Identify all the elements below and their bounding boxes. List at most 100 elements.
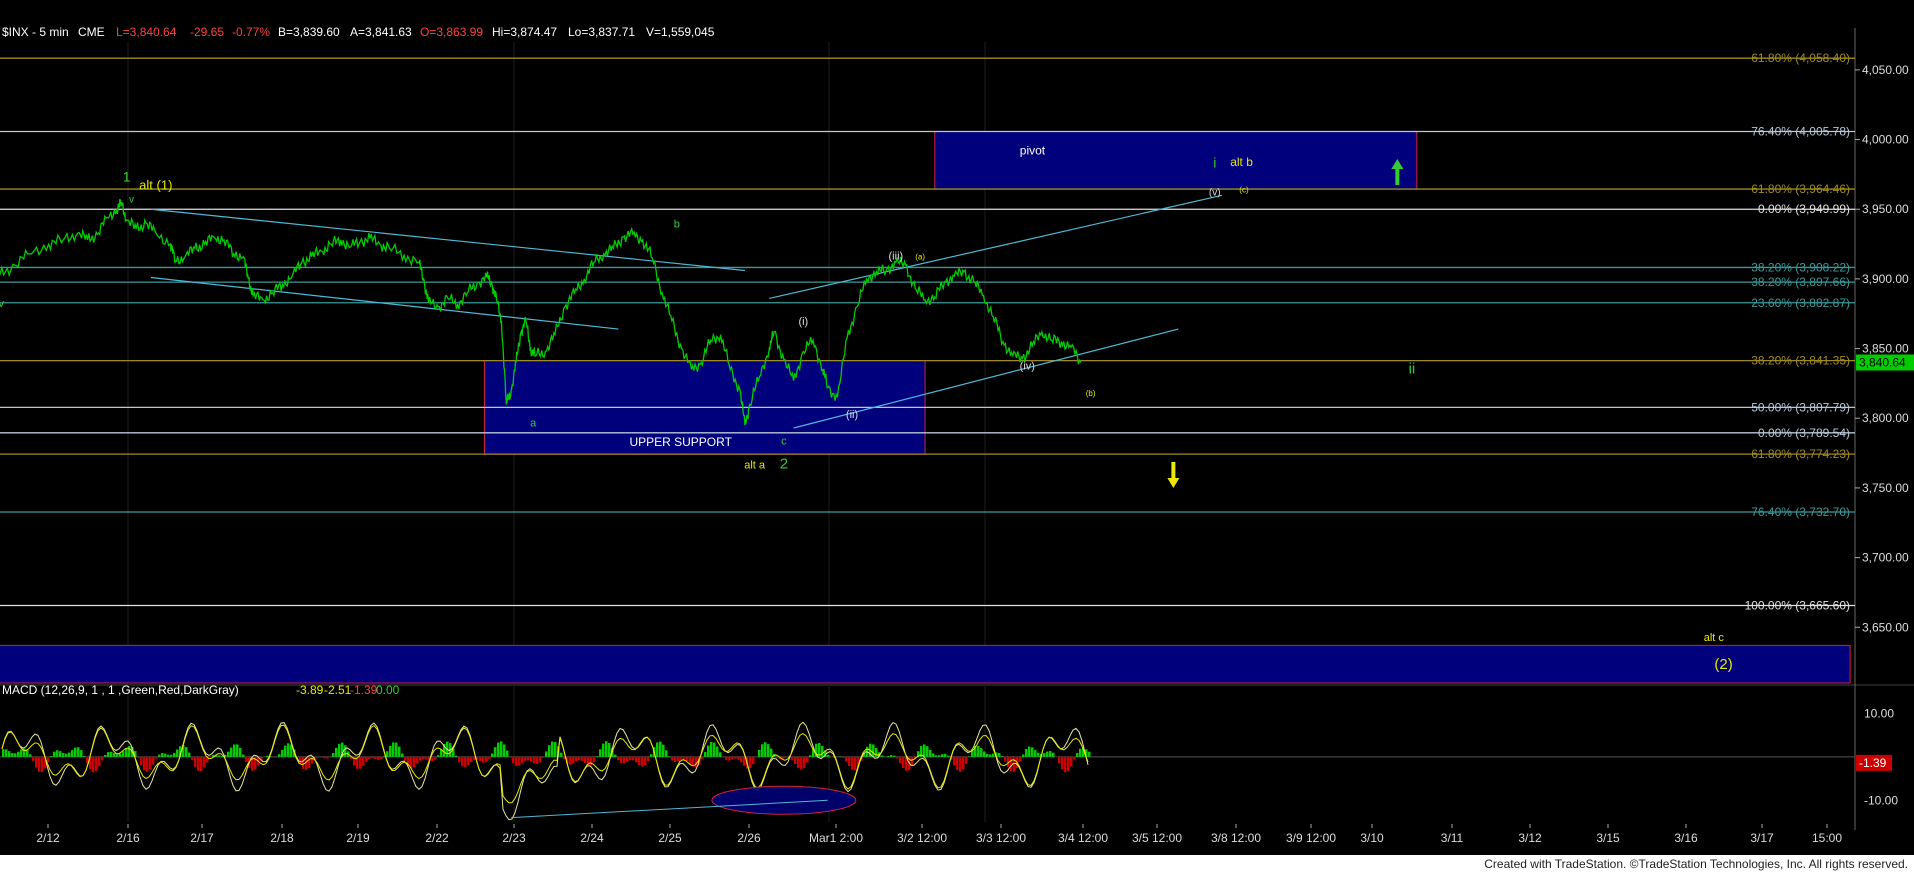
macd-hist-bar (140, 756, 143, 766)
macd-hist-bar (413, 756, 416, 767)
wave-label: iv (0, 298, 4, 310)
macd-hist-bar (512, 756, 515, 764)
macd-hist-bar (116, 754, 119, 757)
macd-hist-bar (629, 756, 632, 761)
macd-hist-bar (881, 755, 884, 757)
macd-hist-bar (107, 752, 110, 757)
macd-hist-bar (209, 756, 212, 758)
macd-hist-bar (1070, 756, 1073, 767)
wave-label: alt c (1704, 632, 1725, 644)
macd-hist-bar (71, 750, 74, 757)
macd-hist-bar (1058, 756, 1061, 764)
macd-hist-bar (1037, 752, 1040, 757)
wave-label: (ii) (846, 409, 858, 421)
macd-tick-label: 10.00 (1864, 706, 1894, 720)
macd-hist-bar (95, 756, 98, 771)
macd-hist-bar (1064, 756, 1067, 773)
macd-hist-bar (578, 756, 581, 761)
macd-hist-bar (593, 756, 596, 763)
macd-hist-bar (758, 749, 761, 757)
y-tick-label: 3,900.00 (1862, 272, 1909, 286)
macd-hist-bar (608, 743, 611, 757)
macd-hist-bar (173, 752, 176, 757)
macd-hist-bar (485, 756, 488, 763)
macd-hist-bar (1043, 753, 1046, 757)
macd-hist-bar (11, 752, 14, 757)
macd-hist-bar (944, 753, 947, 757)
macd-hist-bar (92, 756, 95, 773)
y-tick-label: 3,700.00 (1862, 551, 1909, 565)
macd-hist-bar (32, 756, 35, 761)
macd-hist-bar (647, 756, 650, 761)
macd-hist-bar (143, 756, 146, 771)
macd-hist-bar (371, 756, 374, 759)
macd-hist-bar (149, 756, 152, 770)
macd-hist-bar (764, 742, 767, 757)
macd-hist-bar (233, 744, 236, 757)
macd-hist-bar (506, 750, 509, 757)
macd-hist-bar (110, 751, 113, 757)
macd-hist-bar (545, 751, 548, 757)
macd-hist-bar (686, 756, 689, 762)
macd-last-label: -1.39 (1859, 756, 1887, 770)
wave-label: alt b (1230, 155, 1253, 169)
wave-label: c (781, 436, 787, 448)
macd-hist-bar (650, 754, 653, 757)
macd-hist-bar (713, 742, 716, 757)
macd-hist-bar (932, 753, 935, 757)
macd-hist-bar (632, 756, 635, 761)
macd-hist-bar (626, 756, 629, 762)
macd-hist-bar (941, 754, 944, 757)
macd-hist-bar (1022, 754, 1025, 757)
macd-hist-bar (1004, 756, 1007, 762)
macd-hist-bar (455, 755, 458, 757)
wave-label: v (129, 194, 134, 205)
x-tick-label: 3/4 12:00 (1058, 831, 1108, 845)
macd-hist-bar (170, 754, 173, 757)
macd-hist-bar (470, 756, 473, 763)
macd-hist-bar (791, 756, 794, 761)
macd-hist-bar (197, 756, 200, 771)
x-tick-label: 2/12 (36, 831, 60, 845)
wave-label: (b) (1086, 389, 1096, 398)
wave-label: (v) (1209, 187, 1221, 198)
macd-hist-bar (956, 756, 959, 770)
macd-hist-bar (644, 756, 647, 766)
macd-hist-bar (821, 745, 824, 757)
wave-label: 1 (123, 168, 131, 184)
macd-hist-bar (203, 756, 206, 768)
x-tick-label: 2/26 (737, 831, 761, 845)
macd-hist-bar (1079, 748, 1082, 757)
macd-hist-bar (725, 756, 728, 761)
macd-hist-bar (359, 756, 362, 769)
fib-label: 76.40% (3,732.70) (1751, 505, 1850, 519)
macd-hist-bar (683, 756, 686, 760)
wave-label: (c) (1239, 185, 1249, 194)
fib-label: 61.80% (3,964.46) (1751, 182, 1850, 196)
header-bid: B=3,839.60 (278, 25, 340, 39)
macd-hist-bar (242, 754, 245, 757)
macd-hist-bar (47, 756, 50, 763)
macd-hist-bar (218, 755, 221, 757)
x-tick-label: 2/25 (658, 831, 682, 845)
macd-hist-bar (389, 745, 392, 757)
macd-hist-bar (335, 747, 338, 757)
macd-hist-bar (8, 751, 11, 757)
macd-hist-bar (980, 748, 983, 757)
fib-label: 61.80% (3,774.23) (1751, 447, 1850, 461)
macd-hist-bar (278, 754, 281, 757)
x-tick-label: 3/10 (1360, 831, 1384, 845)
macd-hist-bar (50, 756, 53, 757)
macd-hist-bar (986, 753, 989, 757)
x-tick-label: 2/22 (425, 831, 449, 845)
macd-hist-bar (887, 756, 890, 757)
macd-hist-bar (239, 747, 242, 757)
zone-label: pivot (1020, 143, 1046, 157)
macd-hist-bar (935, 755, 938, 757)
macd-hist-bar (947, 755, 950, 757)
x-tick-label: 3/2 12:00 (897, 831, 947, 845)
macd-hist-bar (491, 753, 494, 757)
macd-hist-bar (809, 755, 812, 757)
wave-label: b (674, 218, 680, 230)
wave-label: a (530, 418, 537, 430)
